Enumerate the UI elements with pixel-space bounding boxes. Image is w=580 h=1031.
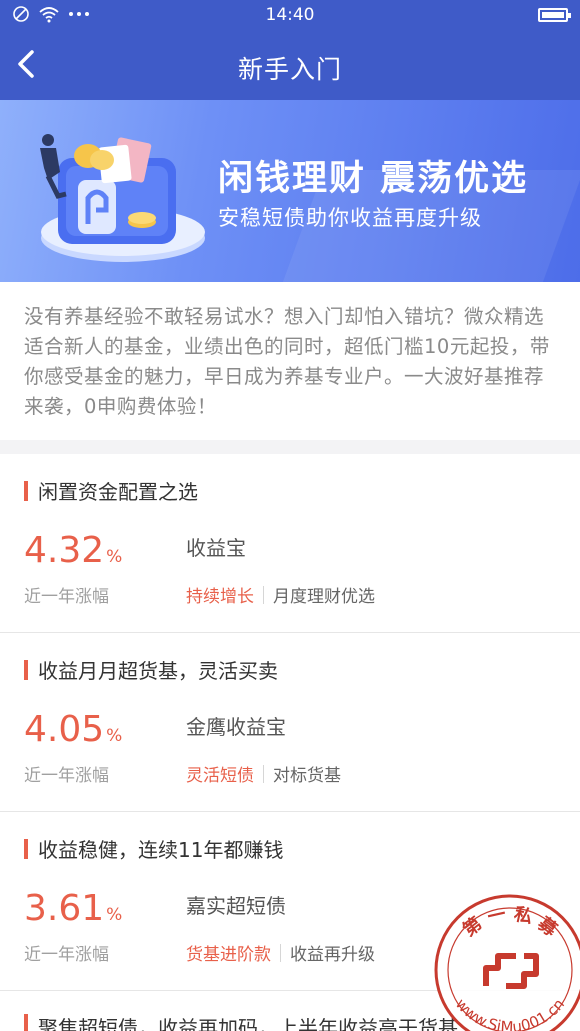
return-rate: 4.32% bbox=[24, 530, 122, 571]
tag-divider bbox=[263, 764, 264, 783]
tag-divider bbox=[280, 943, 281, 962]
return-rate-label: 近一年涨幅 bbox=[24, 945, 109, 965]
page-title: 新手入门 bbox=[237, 55, 342, 84]
fund-name[interactable]: 嘉实超短债 bbox=[186, 890, 286, 919]
intro-paragraph: 没有养基经验不敢轻易试水？想入门却怕入错坑？微众精选适合新人的基金，业绩出色的同… bbox=[0, 282, 580, 454]
fund-tags: 灵活短债 对标货基 bbox=[186, 761, 341, 786]
percent-unit: % bbox=[106, 905, 123, 925]
fund-tags: 持续增长 月度理财优选 bbox=[186, 582, 375, 607]
accent-bar bbox=[24, 659, 28, 680]
wallet-illustration bbox=[40, 134, 205, 262]
fund-section[interactable]: 闲置资金配置之选 4.32% 近一年涨幅 收益宝 持续增长 月度理财优选 bbox=[0, 454, 580, 633]
return-rate-value: 4.32 bbox=[24, 530, 105, 571]
section-heading-text: 聚焦超短债，收益再加码，上半年收益高于货基 bbox=[38, 1016, 458, 1031]
fund-section[interactable]: 收益月月超货基，灵活买卖 4.05% 近一年涨幅 金鹰收益宝 灵活短债 对标货基 bbox=[0, 633, 580, 812]
section-heading-text: 收益月月超货基，灵活买卖 bbox=[38, 659, 278, 683]
battery-icon bbox=[538, 8, 571, 22]
percent-unit: % bbox=[106, 726, 123, 746]
return-rate: 4.05% bbox=[24, 709, 122, 750]
accent-bar bbox=[24, 838, 28, 859]
return-rate: 3.61% bbox=[24, 888, 122, 929]
tag-primary: 持续增长 bbox=[186, 587, 254, 607]
return-rate-value: 3.61 bbox=[24, 888, 105, 929]
tag-secondary: 对标货基 bbox=[273, 766, 341, 786]
section-heading: 闲置资金配置之选 bbox=[24, 476, 198, 505]
tag-primary: 灵活短债 bbox=[186, 766, 254, 786]
fund-name[interactable]: 金鹰收益宝 bbox=[186, 711, 286, 740]
section-heading: 收益月月超货基，灵活买卖 bbox=[24, 655, 278, 684]
percent-unit: % bbox=[106, 547, 123, 567]
section-heading-text: 收益稳健，连续11年都赚钱 bbox=[38, 838, 284, 862]
nav-bar: 新手入门 bbox=[0, 30, 580, 100]
section-heading-text: 闲置资金配置之选 bbox=[38, 480, 198, 504]
status-bar: 14:40 bbox=[0, 0, 580, 30]
banner-subtitle: 安稳短债助你收益再度升级 bbox=[218, 206, 482, 230]
return-rate-label: 近一年涨幅 bbox=[24, 587, 109, 607]
status-time: 14:40 bbox=[265, 5, 315, 25]
tag-divider bbox=[263, 585, 264, 604]
banner-headline: 闲钱理财 震荡优选 bbox=[218, 159, 529, 199]
return-rate-label: 近一年涨幅 bbox=[24, 766, 109, 786]
header: 14:40 新手入门 bbox=[0, 0, 580, 100]
return-rate-value: 4.05 bbox=[24, 709, 105, 750]
fund-tags: 货基进阶款 收益再升级 bbox=[186, 940, 375, 965]
watermark-stamp: 第 一 私 募 www.SiMu001.cn bbox=[434, 894, 580, 1031]
fund-name[interactable]: 收益宝 bbox=[186, 532, 246, 561]
accent-bar bbox=[24, 1014, 28, 1031]
accent-bar bbox=[24, 480, 28, 501]
promo-banner[interactable]: 闲钱理财 震荡优选 安稳短债助你收益再度升级 bbox=[0, 100, 580, 282]
tag-primary: 货基进阶款 bbox=[186, 945, 271, 965]
tag-secondary: 月度理财优选 bbox=[273, 587, 375, 607]
tag-secondary: 收益再升级 bbox=[290, 945, 375, 965]
section-heading: 收益稳健，连续11年都赚钱 bbox=[24, 834, 283, 863]
